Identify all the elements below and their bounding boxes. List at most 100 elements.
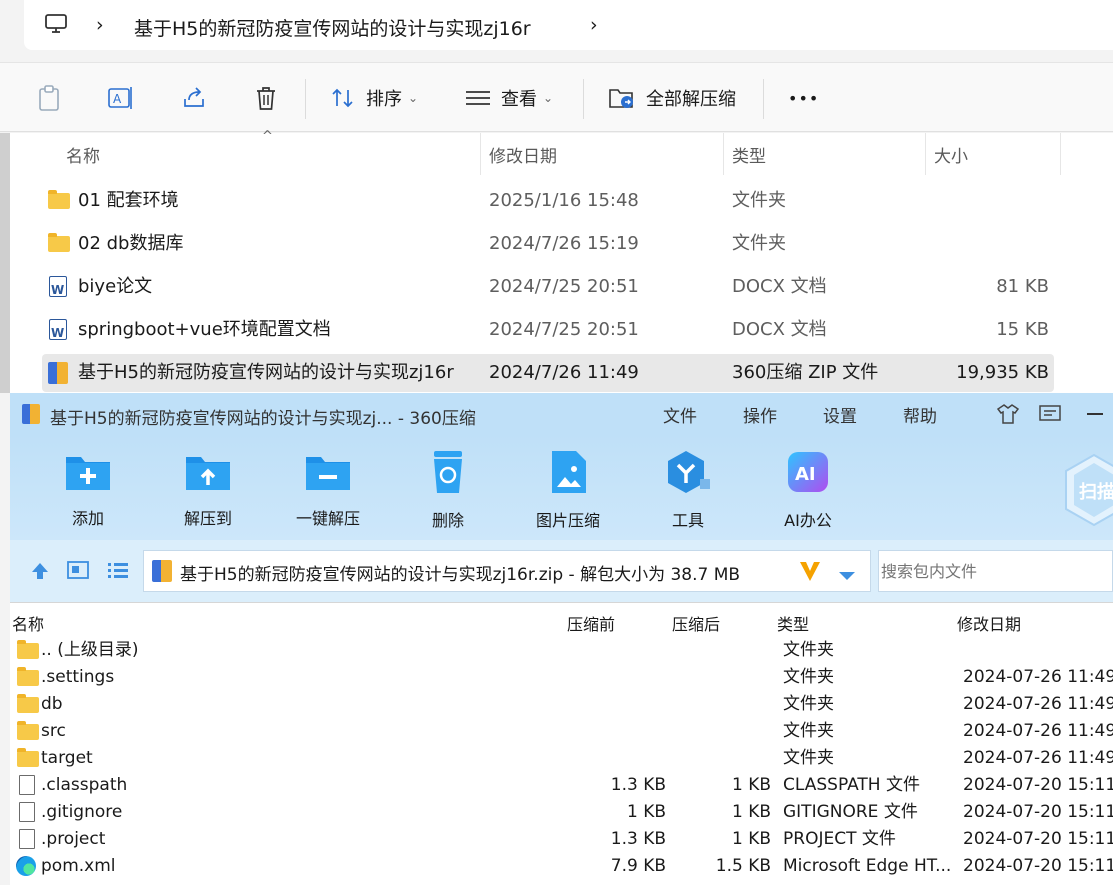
menu-operation[interactable]: 操作 <box>743 402 777 427</box>
skin-icon[interactable] <box>996 403 1020 429</box>
column-header-name[interactable]: 名称 <box>66 133 100 175</box>
view-button[interactable]: 查看 ⌄ <box>465 63 553 133</box>
column-divider <box>480 133 481 175</box>
archive-row[interactable]: src 文件夹 2024-07-26 11:49 <box>10 718 1113 745</box>
file-name: 基于H5的新冠防疫宣传网站的设计与实现zj16r <box>78 362 454 383</box>
list-view-icon[interactable] <box>107 561 129 583</box>
entry-size-before: 7.9 KB <box>610 856 666 876</box>
menu-file[interactable]: 文件 <box>663 402 697 427</box>
folder-icon <box>17 694 39 713</box>
file-type: DOCX 文档 <box>732 276 827 297</box>
image-compress-button[interactable]: 图片压缩 <box>523 449 613 531</box>
thumbnail-view-icon[interactable] <box>67 561 89 583</box>
breadcrumb-current[interactable]: 基于H5的新冠防疫宣传网站的设计与实现zj16r <box>134 14 531 41</box>
extract-all-label: 全部解压缩 <box>646 89 736 110</box>
archive-row[interactable]: db 文件夹 2024-07-26 11:49 <box>10 691 1113 718</box>
entry-size-before: 1 KB <box>626 802 666 822</box>
column-header-after[interactable]: 压缩后 <box>672 611 720 635</box>
entry-name: .settings <box>41 667 115 687</box>
archive-row[interactable]: .project 1.3 KB 1 KB PROJECT 文件 2024-07-… <box>10 826 1113 853</box>
archive-row[interactable]: .. (上级目录) 文件夹 <box>10 637 1113 664</box>
chevron-down-icon: ⌄ <box>408 91 419 105</box>
zip-window: 基于H5的新冠防疫宣传网站的设计与实现zj... - 360压缩 文件 操作 设… <box>10 393 1113 885</box>
file-row[interactable]: 02 db数据库 2024/7/26 15:19 文件夹 <box>42 225 1054 263</box>
column-header-size[interactable]: 大小 <box>934 133 968 175</box>
file-type: 360压缩 ZIP 文件 <box>732 362 879 383</box>
scan-badge-label: 扫描 <box>1079 482 1113 503</box>
dropdown-arrow-icon[interactable] <box>838 566 856 585</box>
column-header-date[interactable]: 修改日期 <box>957 611 1021 635</box>
file-icon <box>19 829 35 851</box>
clipboard-icon <box>39 85 59 111</box>
one-click-extract-icon <box>306 457 350 490</box>
one-click-extract-button[interactable]: 一键解压 <box>283 449 373 529</box>
entry-size-after: 1.5 KB <box>715 856 771 876</box>
chevron-down-icon: ⌄ <box>543 91 554 105</box>
folder-icon <box>17 748 39 767</box>
column-header-date[interactable]: 修改日期 <box>489 133 557 175</box>
view-icon <box>466 91 490 105</box>
extract-to-button[interactable]: 解压到 <box>163 449 253 529</box>
archive-path-field[interactable]: 基于H5的新冠防疫宣传网站的设计与实现zj16r.zip - 解包大小为 38.… <box>143 550 871 592</box>
archive-row[interactable]: .classpath 1.3 KB 1 KB CLASSPATH 文件 2024… <box>10 772 1113 799</box>
file-name: 02 db数据库 <box>78 233 184 254</box>
ai-office-button[interactable]: AI AI办公 <box>763 449 853 531</box>
menu-help[interactable]: 帮助 <box>903 402 937 427</box>
entry-date: 2024-07-20 15:11 <box>963 802 1113 822</box>
computer-icon[interactable] <box>44 13 68 39</box>
up-arrow-icon[interactable] <box>30 561 50 585</box>
scan-badge[interactable]: 扫描 <box>1064 453 1113 527</box>
entry-type: 文件夹 <box>783 667 834 687</box>
rename-button[interactable]: A <box>107 63 135 133</box>
minimize-icon[interactable] <box>1087 413 1103 415</box>
zip-delete-button[interactable]: 删除 <box>403 449 493 531</box>
address-box[interactable]: › 基于H5的新冠防疫宣传网站的设计与实现zj16r › <box>24 0 1113 50</box>
column-header-type[interactable]: 类型 <box>732 133 766 175</box>
file-row-selected[interactable]: 基于H5的新冠防疫宣传网站的设计与实现zj16r 2024/7/26 11:49… <box>42 354 1054 392</box>
zip-app-icon <box>22 404 40 428</box>
breadcrumb-chevron-icon[interactable]: › <box>96 14 104 36</box>
entry-size-after: 1 KB <box>731 829 771 849</box>
file-row[interactable]: springboot+vue环境配置文档 2024/7/25 20:51 DOC… <box>42 311 1054 349</box>
entry-name: .gitignore <box>41 802 123 822</box>
more-options-button[interactable]: ••• <box>788 63 819 133</box>
file-row[interactable]: biye论文 2024/7/25 20:51 DOCX 文档 81 KB <box>42 268 1054 306</box>
file-icon <box>19 775 35 797</box>
svg-text:AI: AI <box>795 464 816 485</box>
column-header-before[interactable]: 压缩前 <box>567 611 615 635</box>
archive-search-input[interactable] <box>878 550 1113 592</box>
delete-button[interactable] <box>253 63 279 133</box>
share-button[interactable] <box>181 63 207 133</box>
file-row[interactable]: 01 配套环境 2025/1/16 15:48 文件夹 <box>42 182 1054 220</box>
v-logo-icon[interactable] <box>798 559 822 587</box>
file-size: 15 KB <box>996 319 1049 340</box>
archive-row[interactable]: pom.xml 7.9 KB 1.5 KB Microsoft Edge HT.… <box>10 853 1113 880</box>
archive-row[interactable]: .settings 文件夹 2024-07-26 11:49 <box>10 664 1113 691</box>
breadcrumb-chevron-icon[interactable]: › <box>590 14 598 36</box>
archive-file-list: 名称 压缩前 压缩后 类型 修改日期 .. (上级目录) 文件夹 .settin… <box>10 602 1113 885</box>
entry-name: target <box>41 748 93 768</box>
entry-type: Microsoft Edge HT... <box>783 856 952 876</box>
zip-title-bar: 基于H5的新冠防疫宣传网站的设计与实现zj... - 360压缩 文件 操作 设… <box>10 393 1113 435</box>
column-divider <box>1060 133 1061 175</box>
add-button[interactable]: 添加 <box>43 449 133 529</box>
file-icon <box>19 802 35 824</box>
file-date: 2024/7/26 15:19 <box>489 233 639 254</box>
extract-all-button[interactable]: 全部解压缩 <box>608 63 736 133</box>
sort-button[interactable]: 排序 ⌄ <box>330 63 418 133</box>
folder-icon <box>48 190 70 211</box>
feedback-icon[interactable] <box>1039 404 1061 428</box>
paste-button[interactable] <box>36 63 62 133</box>
entry-size-before: 1.3 KB <box>610 829 666 849</box>
column-divider <box>723 133 724 175</box>
folder-icon <box>17 721 39 740</box>
column-header-name[interactable]: 名称 <box>12 611 44 635</box>
archive-row[interactable]: target 文件夹 2024-07-26 11:49 <box>10 745 1113 772</box>
file-type: DOCX 文档 <box>732 319 827 340</box>
archive-row[interactable]: .gitignore 1 KB 1 KB GITIGNORE 文件 2024-0… <box>10 799 1113 826</box>
column-header-type[interactable]: 类型 <box>777 611 809 635</box>
view-label: 查看 <box>501 89 537 110</box>
tools-button[interactable]: 工具 <box>643 449 733 531</box>
explorer-address-bar: › 基于H5的新冠防疫宣传网站的设计与实现zj16r › <box>0 0 1113 60</box>
menu-settings[interactable]: 设置 <box>823 402 857 427</box>
